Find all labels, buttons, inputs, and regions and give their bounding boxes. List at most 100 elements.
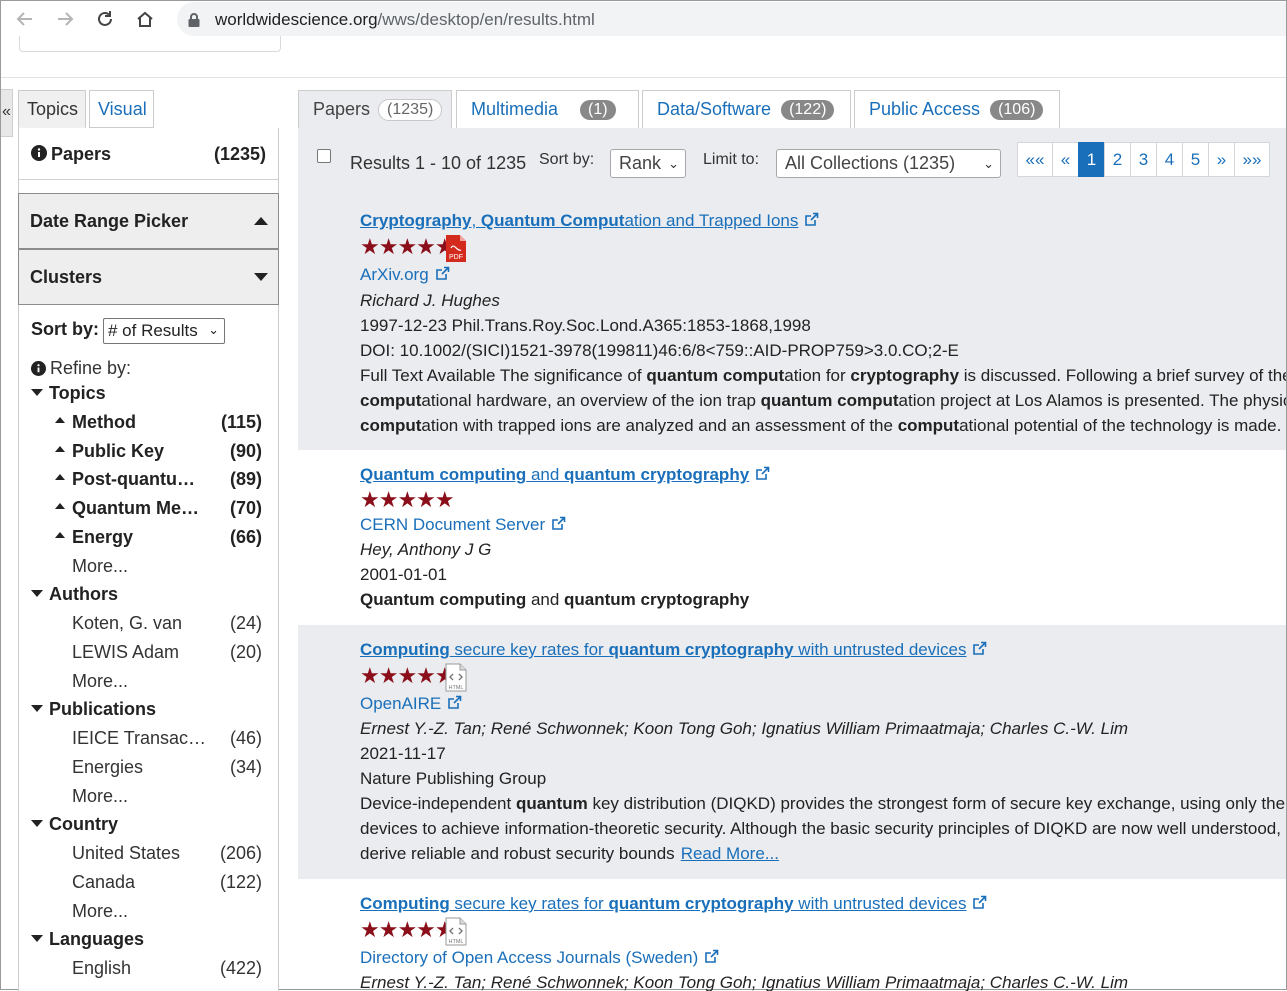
forward-arrow-icon[interactable]: [53, 7, 77, 31]
highlighted-term: comput: [360, 416, 422, 435]
result-source[interactable]: Directory of Open Access Journals (Swede…: [360, 948, 719, 969]
tab-label: Papers: [313, 99, 371, 119]
home-icon[interactable]: [133, 7, 157, 31]
facet-languages[interactable]: Languages: [31, 929, 144, 950]
url-text: worldwidescience.org/wws/desktop/en/resu…: [215, 10, 595, 30]
topic-item[interactable]: Energy: [55, 527, 133, 548]
result-source[interactable]: CERN Document Server: [360, 515, 566, 536]
result-title-link[interactable]: Quantum computing and quantum cryptograp…: [360, 465, 749, 484]
html-icon[interactable]: HTML: [445, 663, 467, 692]
facet-publications[interactable]: Publications: [31, 699, 156, 720]
sort-select[interactable]: Rank ⌄: [610, 149, 686, 178]
tab-papers[interactable]: Papers (1235): [298, 90, 452, 129]
page-3[interactable]: 3: [1130, 142, 1157, 177]
result-source-link[interactable]: OpenAIRE: [360, 694, 441, 713]
author-item[interactable]: Koten, G. van: [72, 613, 182, 634]
caret-down-icon: [254, 273, 268, 281]
result-source-link[interactable]: CERN Document Server: [360, 515, 545, 534]
tab-multimedia[interactable]: Multimedia (1): [456, 90, 639, 128]
facet-authors-label: Authors: [49, 584, 118, 604]
tab-topics[interactable]: Topics: [18, 90, 86, 128]
page-2[interactable]: 2: [1104, 142, 1131, 177]
limit-select[interactable]: All Collections (1235) ⌄: [776, 149, 1001, 178]
html-icon[interactable]: HTML: [445, 917, 467, 946]
country-item[interactable]: United States: [72, 843, 180, 864]
result-title[interactable]: Computing secure key rates for quantum c…: [360, 894, 987, 915]
expand-caret-icon: [55, 446, 65, 452]
topic-label: Method: [72, 412, 136, 432]
expand-caret-icon: [55, 503, 65, 509]
external-link-icon: [972, 641, 987, 661]
page-first[interactable]: ««: [1017, 142, 1053, 177]
result-doi: DOI: 10.1002/(SICI)1521-3978(199811)46:6…: [360, 341, 959, 360]
back-arrow-icon[interactable]: [13, 7, 37, 31]
expand-caret-icon: [55, 532, 65, 538]
author-item[interactable]: LEWIS Adam: [72, 642, 179, 663]
text-segment: derive reliable and robust security boun…: [360, 844, 675, 863]
facet-authors[interactable]: Authors: [31, 584, 118, 605]
header-search-box[interactable]: [19, 36, 281, 52]
result-title-link[interactable]: Computing secure key rates for quantum c…: [360, 640, 966, 659]
info-icon: [31, 145, 47, 166]
result-title-link[interactable]: Cryptography, Quantum Computation and Tr…: [360, 211, 798, 230]
result-title[interactable]: Cryptography, Quantum Computation and Tr…: [360, 211, 819, 232]
external-link-icon: [972, 895, 987, 915]
result-title[interactable]: Computing secure key rates for quantum c…: [360, 640, 987, 661]
result-source[interactable]: OpenAIRE: [360, 694, 462, 715]
result-title[interactable]: Quantum computing and quantum cryptograp…: [360, 465, 770, 486]
sidebar: Papers (1235) Date Range Picker Clusters…: [18, 128, 279, 991]
select-all-checkbox[interactable]: [317, 149, 331, 163]
topic-label: Quantum Me…: [72, 498, 200, 518]
tab-public-access[interactable]: Public Access (106): [854, 90, 1060, 128]
tab-data-software[interactable]: Data/Software (122): [642, 90, 851, 128]
page-prev[interactable]: «: [1052, 142, 1079, 177]
page-1[interactable]: 1: [1078, 142, 1105, 177]
tab-count-badge: (122): [781, 100, 835, 120]
rating-stars: ★★★★★: [360, 917, 455, 942]
pdf-icon[interactable]: PDF: [445, 234, 467, 263]
result-source-link[interactable]: Directory of Open Access Journals (Swede…: [360, 948, 698, 967]
publication-item[interactable]: Energies: [72, 757, 143, 778]
page-5[interactable]: 5: [1182, 142, 1209, 177]
topic-item[interactable]: Quantum Me…: [55, 498, 199, 519]
facet-topics[interactable]: Topics: [31, 383, 106, 404]
tab-visual[interactable]: Visual: [89, 90, 154, 128]
topic-item[interactable]: Public Key: [55, 441, 164, 462]
topic-item[interactable]: Method: [55, 412, 136, 433]
results-toolbar: Results 1 - 10 of 1235 Sort by: Rank ⌄ L…: [298, 128, 1286, 196]
page-next[interactable]: »: [1208, 142, 1235, 177]
page-last[interactable]: »»: [1234, 142, 1270, 177]
rating-stars: ★★★★★: [360, 663, 455, 688]
external-link-icon: [755, 466, 770, 486]
country-count: (206): [219, 843, 262, 863]
highlighted-term: quantum cryptography: [608, 640, 794, 659]
country-more-link[interactable]: More...: [72, 901, 128, 922]
read-more-link[interactable]: Read More...: [681, 844, 779, 863]
highlighted-term: quantum cryptography: [564, 590, 750, 609]
reload-icon[interactable]: [93, 7, 117, 31]
page-4[interactable]: 4: [1156, 142, 1183, 177]
authors-more-link[interactable]: More...: [72, 671, 128, 692]
topic-item[interactable]: Post-quantu…: [55, 469, 195, 490]
publications-more-link[interactable]: More...: [72, 786, 128, 807]
address-bar[interactable]: worldwidescience.org/wws/desktop/en/resu…: [177, 2, 1286, 36]
country-item[interactable]: Canada: [72, 872, 135, 893]
topic-count: (89): [229, 469, 262, 489]
language-item[interactable]: English: [72, 958, 131, 979]
sidebar-sort-select[interactable]: # of Results ⌄: [103, 318, 225, 344]
topics-more-link[interactable]: More...: [72, 556, 128, 577]
result-date: 2001-01-01: [360, 565, 447, 584]
expand-caret-icon: [55, 417, 65, 423]
facet-country[interactable]: Country: [31, 814, 118, 835]
date-range-picker-panel[interactable]: Date Range Picker: [18, 193, 279, 249]
result-title-link[interactable]: Computing secure key rates for quantum c…: [360, 894, 966, 913]
result-source-link[interactable]: ArXiv.org: [360, 265, 429, 284]
result-source[interactable]: ArXiv.org: [360, 265, 450, 286]
topic-count: (115): [220, 412, 262, 432]
publication-item[interactable]: IEICE Transac…: [72, 728, 206, 749]
collapse-sidebar-button[interactable]: «: [1, 89, 13, 137]
text-segment: Device-independent: [360, 794, 516, 813]
clusters-panel[interactable]: Clusters: [18, 249, 279, 305]
svg-text:HTML: HTML: [449, 685, 464, 691]
highlighted-term: quantum comput: [760, 391, 899, 410]
